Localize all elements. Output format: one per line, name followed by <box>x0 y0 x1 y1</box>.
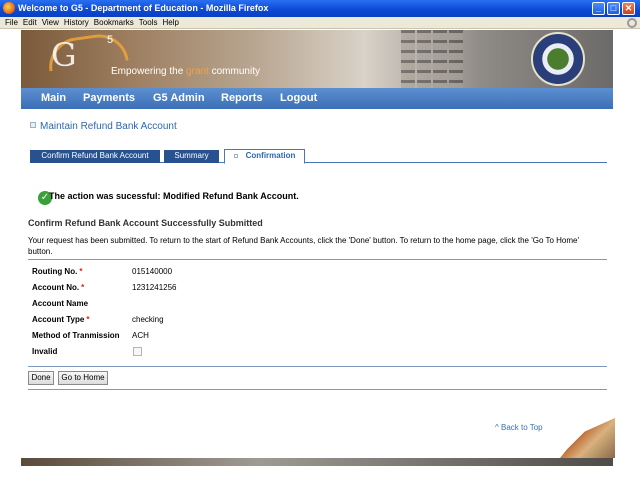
menu-file[interactable]: File <box>0 17 18 27</box>
menu-tools[interactable]: Tools <box>134 17 158 27</box>
window-title: Welcome to G5 - Department of Education … <box>18 3 269 13</box>
bullet-icon <box>30 122 36 128</box>
section-title: Confirm Refund Bank Account Successfully… <box>28 218 263 228</box>
logo-number: 5 <box>107 34 114 46</box>
account-type-value: checking <box>132 315 164 324</box>
menu-bookmarks[interactable]: Bookmarks <box>89 17 134 27</box>
menu-history[interactable]: History <box>59 17 89 27</box>
logo-letter: G <box>51 36 77 74</box>
decorative-corner-image <box>560 418 615 458</box>
divider <box>28 389 607 390</box>
page-title: Maintain Refund Bank Account <box>30 121 177 132</box>
menu-help[interactable]: Help <box>157 17 178 27</box>
main-nav: Main Payments G5 Admin Reports Logout <box>21 88 613 109</box>
account-no-value: 1231241256 <box>132 283 177 292</box>
done-button[interactable]: Done <box>28 371 54 385</box>
tagline: Empowering the grant community <box>111 66 260 77</box>
account-type-label: Account Type * <box>32 315 90 324</box>
intro-text: Your request has been submitted. To retu… <box>28 236 580 256</box>
back-to-top-link[interactable]: ^ Back to Top <box>495 423 543 432</box>
header-banner: G 5 Empowering the grant community <box>21 30 613 88</box>
menu-bar: File Edit View History Bookmarks Tools H… <box>0 17 640 29</box>
menu-view[interactable]: View <box>37 17 59 27</box>
nav-reports[interactable]: Reports <box>221 92 263 104</box>
window-title-bar: Welcome to G5 - Department of Education … <box>0 0 640 17</box>
step-tabs: Confirm Refund Bank Account Summary Conf… <box>30 149 607 164</box>
maximize-button[interactable]: □ <box>607 2 620 15</box>
nav-main[interactable]: Main <box>41 92 66 104</box>
page-viewport: G 5 Empowering the grant community Main … <box>0 30 640 480</box>
nav-payments[interactable]: Payments <box>83 92 135 104</box>
invalid-label: Invalid <box>32 347 58 356</box>
go-to-home-button[interactable]: Go to Home <box>58 371 108 385</box>
routing-no-value: 015140000 <box>132 267 173 276</box>
footer-bar <box>21 458 613 466</box>
tab-summary[interactable]: Summary <box>164 150 219 163</box>
transmission-method-value: ACH <box>132 331 149 340</box>
throbber-icon <box>627 18 637 28</box>
routing-no-label: Routing No. * <box>32 267 83 276</box>
account-no-label: Account No. * <box>32 283 85 292</box>
invalid-checkbox[interactable] <box>133 347 142 356</box>
divider <box>28 259 607 260</box>
nav-g5-admin[interactable]: G5 Admin <box>153 92 205 104</box>
department-seal-icon <box>531 32 585 86</box>
success-message: The action was sucessful: Modified Refun… <box>49 191 299 201</box>
tab-bullet-icon <box>233 154 238 158</box>
minimize-button[interactable]: _ <box>592 2 605 15</box>
tab-confirmation[interactable]: Confirmation <box>224 149 305 164</box>
divider <box>28 366 607 367</box>
close-button[interactable]: ✕ <box>622 2 635 15</box>
firefox-icon <box>3 2 15 14</box>
nav-logout[interactable]: Logout <box>280 92 317 104</box>
transmission-method-label: Method of Tranmission <box>32 331 120 340</box>
account-name-label: Account Name <box>32 299 89 308</box>
menu-edit[interactable]: Edit <box>18 17 37 27</box>
tab-confirm-refund-bank-account[interactable]: Confirm Refund Bank Account <box>30 150 160 163</box>
